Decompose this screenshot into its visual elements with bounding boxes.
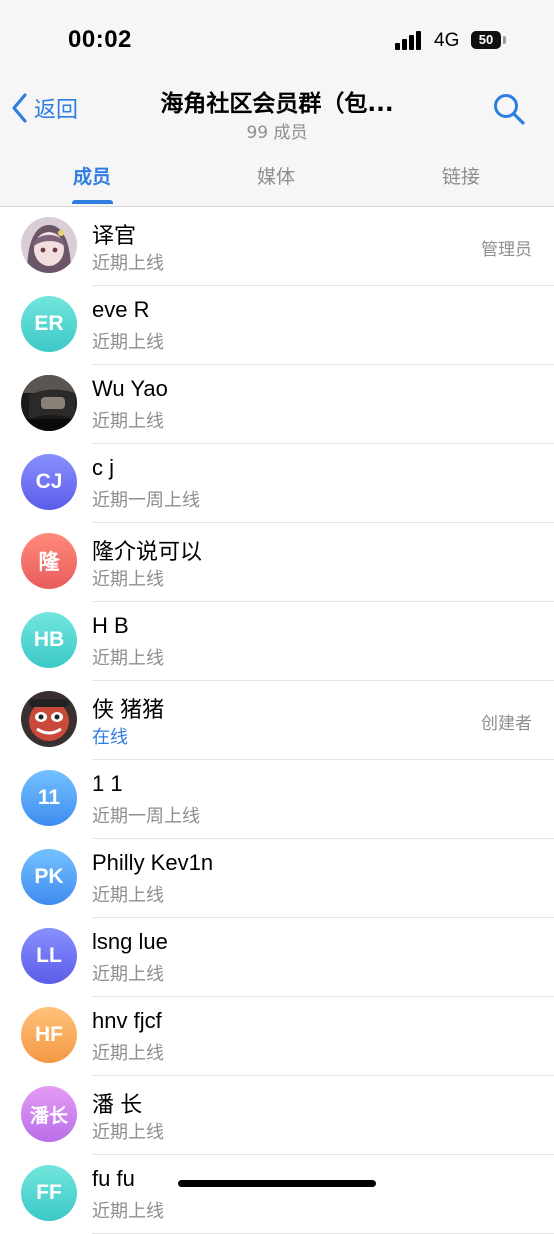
member-row[interactable]: 11 1 1 近期一周上线 xyxy=(0,760,554,839)
avatar-initials: CJ xyxy=(35,470,63,493)
member-row[interactable]: 隆 隆介说可以近期上线 xyxy=(0,523,554,602)
member-row[interactable]: CJ c j 近期一周上线 xyxy=(0,444,554,523)
member-status: 近期一周上线 xyxy=(92,806,200,827)
tab-bar: 成员 媒体 链接 xyxy=(0,154,554,206)
member-name: hnv fjcf xyxy=(92,1008,162,1033)
member-status: 近期上线 xyxy=(92,885,164,906)
avatar-initials: 潘长 xyxy=(29,1105,68,1127)
member-status: 近期上线 xyxy=(92,253,164,274)
member-row[interactable]: ER eve R 近期上线 xyxy=(0,286,554,365)
member-row[interactable]: PK Philly Kev1n 近期上线 xyxy=(0,839,554,918)
avatar-initials: PK xyxy=(34,865,64,888)
member-status: 近期上线 xyxy=(92,648,164,669)
member-row[interactable]: LL lsng lue 近期上线 xyxy=(0,918,554,997)
battery-nub xyxy=(503,36,506,44)
avatar-initials: HB xyxy=(33,628,65,651)
member-status: 在线 xyxy=(92,727,128,748)
avatar: CJ xyxy=(21,454,77,510)
member-list: 译官近期上线 管理员 ER eve R 近期上线 Wu Yao 近期上线 CJ c j 近期一周上… xyxy=(0,207,554,1234)
search-icon[interactable] xyxy=(492,92,526,126)
home-indicator[interactable] xyxy=(178,1180,376,1187)
avatar-initials: FF xyxy=(36,1181,62,1204)
group-title: 海角社区会员群（包... xyxy=(160,91,394,117)
member-row[interactable]: 译官近期上线 管理员 xyxy=(0,207,554,286)
avatar-initials: HF xyxy=(35,1023,63,1046)
chat-info-header: 返回 海角社区会员群（包... 99 成员 成员 媒体 链接 xyxy=(0,80,554,207)
member-role-badge: 管理员 xyxy=(481,240,532,260)
member-status: 近期上线 xyxy=(92,569,164,590)
member-name: lsng lue xyxy=(92,929,168,954)
member-role-badge: 创建者 xyxy=(481,714,532,734)
avatar: 隆 xyxy=(21,533,77,589)
tab-links[interactable]: 链接 xyxy=(401,162,521,189)
cartoon-character-avatar xyxy=(21,691,77,747)
avatar: FF xyxy=(21,1165,77,1221)
member-name: 隆介说可以 xyxy=(92,539,203,564)
member-name: eve R xyxy=(92,297,150,322)
member-status: 近期一周上线 xyxy=(92,490,200,511)
avatar: 11 xyxy=(21,770,77,826)
avatar xyxy=(21,691,77,747)
tab-members[interactable]: 成员 xyxy=(32,162,152,189)
member-row[interactable]: HB H B 近期上线 xyxy=(0,602,554,681)
member-name: 译官 xyxy=(92,223,137,248)
back-button[interactable]: 返回 xyxy=(10,92,78,124)
cellular-signal-icon xyxy=(395,30,423,50)
avatar: HB xyxy=(21,612,77,668)
avatar-initials: LL xyxy=(36,944,62,967)
avatar: 潘长 xyxy=(21,1086,77,1142)
member-name: fu fu xyxy=(92,1166,135,1191)
member-name: H B xyxy=(92,613,129,638)
member-status: 近期上线 xyxy=(92,411,164,432)
member-name: 潘 长 xyxy=(92,1092,143,1117)
avatar-initials: ER xyxy=(34,312,64,335)
group-title-block[interactable]: 海角社区会员群（包... 99 成员 xyxy=(130,84,424,143)
member-name: Philly Kev1n xyxy=(92,850,214,875)
member-status: 近期上线 xyxy=(92,1122,164,1143)
member-row[interactable]: FF fu fu 近期上线 xyxy=(0,1155,554,1234)
member-row[interactable]: Wu Yao 近期上线 xyxy=(0,365,554,444)
member-row[interactable]: 侠 猪猪在线 创建者 xyxy=(0,681,554,760)
battery-icon: 50 xyxy=(471,31,501,49)
avatar-initials: 11 xyxy=(37,786,61,809)
member-name: Wu Yao xyxy=(92,376,168,401)
member-status: 近期上线 xyxy=(92,1201,164,1222)
avatar xyxy=(21,375,77,431)
car-mirror-avatar xyxy=(21,375,77,431)
avatar: ER xyxy=(21,296,77,352)
avatar xyxy=(21,217,77,273)
chevron-left-icon xyxy=(12,93,27,123)
avatar: HF xyxy=(21,1007,77,1063)
network-type: 4G xyxy=(434,30,460,51)
member-status: 近期上线 xyxy=(92,332,164,353)
member-name: 1 1 xyxy=(92,771,123,796)
avatar-initials: 隆 xyxy=(38,551,60,574)
member-name: 侠 猪猪 xyxy=(92,697,165,722)
member-row[interactable]: HF hnv fjcf 近期上线 xyxy=(0,997,554,1076)
tab-media[interactable]: 媒体 xyxy=(216,162,336,189)
anime-girl-avatar xyxy=(21,217,77,273)
member-name: c j xyxy=(92,455,114,480)
member-status: 近期上线 xyxy=(92,1043,164,1064)
status-time: 00:02 xyxy=(68,26,132,53)
avatar: LL xyxy=(21,928,77,984)
member-count: 99 成员 xyxy=(246,123,308,143)
back-label: 返回 xyxy=(34,98,79,123)
member-row[interactable]: 潘长 潘 长近期上线 xyxy=(0,1076,554,1155)
avatar: PK xyxy=(21,849,77,905)
member-status: 近期上线 xyxy=(92,964,164,985)
status-bar: 00:02 4G 50 xyxy=(0,0,554,80)
active-tab-indicator xyxy=(72,200,113,204)
